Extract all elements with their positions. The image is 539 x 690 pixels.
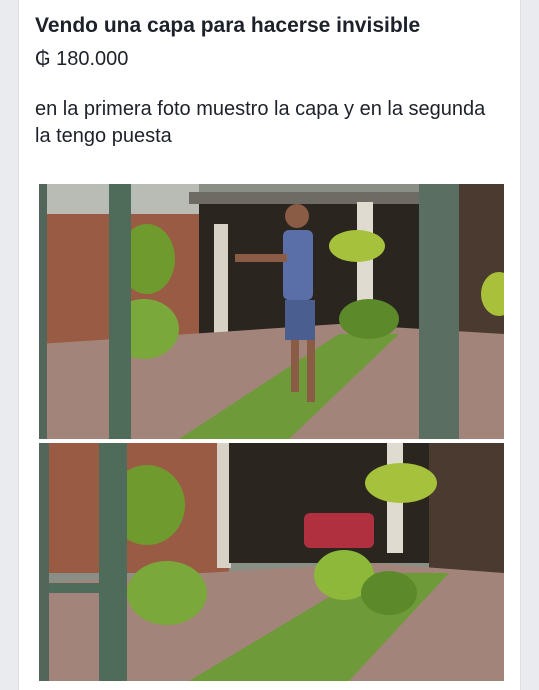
listing-photo-2[interactable]	[39, 443, 504, 681]
listing-price: ₲ 180.000	[35, 48, 129, 70]
photo-1-illustration	[39, 184, 504, 439]
listing-description: en la primera foto muestro la capa y en …	[35, 98, 486, 147]
photo-2-illustration	[39, 443, 504, 681]
listing-title: Vendo una capa para hacerse invisible	[35, 14, 421, 37]
listing-photo-1[interactable]	[39, 184, 504, 439]
marketplace-post: Vendo una capa para hacerse invisible ₲ …	[18, 0, 521, 690]
